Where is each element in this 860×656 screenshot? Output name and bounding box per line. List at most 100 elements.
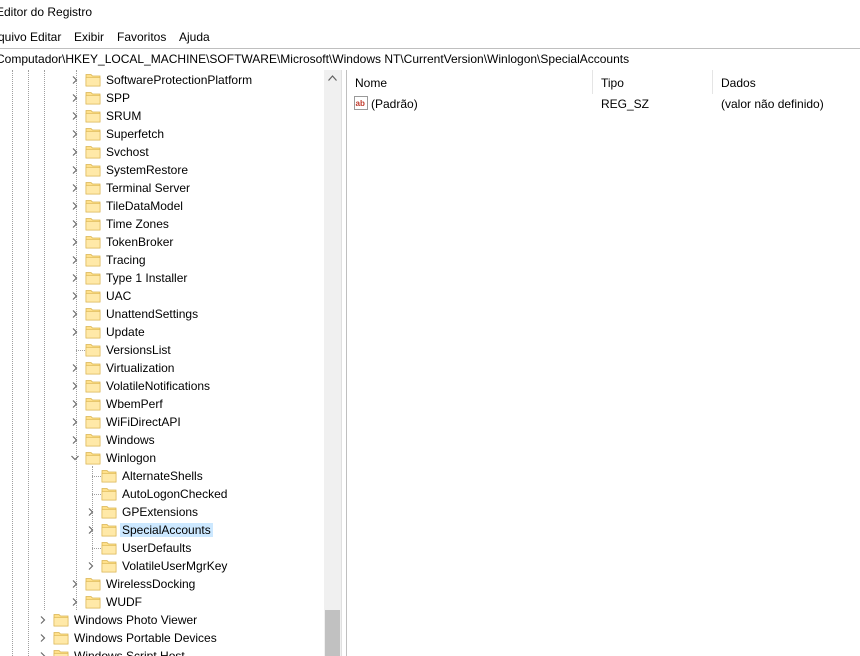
- tree-item[interactable]: Windows Script Host: [0, 647, 324, 656]
- tree-item[interactable]: Virtualization: [0, 359, 324, 377]
- tree-item-label: SystemRestore: [106, 163, 189, 177]
- folder-icon: [85, 416, 101, 429]
- chevron-right-icon[interactable]: [70, 291, 80, 301]
- tree-item[interactable]: UserDefaults: [0, 539, 324, 557]
- tree-item-label: WbemPerf: [106, 397, 163, 411]
- tree-item[interactable]: Svchost: [0, 143, 324, 161]
- tree-item[interactable]: UnattendSettings: [0, 305, 324, 323]
- tree-item[interactable]: VolatileNotifications: [0, 377, 324, 395]
- column-name-header[interactable]: Nome: [347, 70, 593, 94]
- column-type-header[interactable]: Tipo: [593, 70, 713, 94]
- chevron-right-icon[interactable]: [70, 75, 80, 85]
- chevron-right-icon[interactable]: [70, 579, 80, 589]
- chevron-right-icon[interactable]: [70, 237, 80, 247]
- tree-item[interactable]: Windows: [0, 431, 324, 449]
- folder-icon: [85, 92, 101, 105]
- tree-item[interactable]: SoftwareProtectionPlatform: [0, 71, 324, 89]
- folder-icon: [85, 200, 101, 213]
- tree-item[interactable]: AutoLogonChecked: [0, 485, 324, 503]
- chevron-right-icon[interactable]: [70, 147, 80, 157]
- chevron-right-icon[interactable]: [38, 633, 48, 643]
- tree-item[interactable]: VersionsList: [0, 341, 324, 359]
- folder-icon: [85, 326, 101, 339]
- chevron-right-icon[interactable]: [38, 651, 48, 656]
- list-header: Nome Tipo Dados: [347, 70, 860, 94]
- chevron-right-icon[interactable]: [70, 93, 80, 103]
- tree-item-label: VolatileUserMgrKey: [122, 559, 228, 573]
- tree-item-label: Update: [106, 325, 145, 339]
- chevron-right-icon[interactable]: [70, 183, 80, 193]
- folder-icon: [85, 236, 101, 249]
- tree-item[interactable]: TokenBroker: [0, 233, 324, 251]
- folder-icon: [101, 488, 117, 501]
- chevron-right-icon[interactable]: [70, 273, 80, 283]
- tree-item-label: Type 1 Installer: [106, 271, 188, 285]
- scroll-thumb[interactable]: [325, 610, 340, 656]
- tree-item[interactable]: Windows Photo Viewer: [0, 611, 324, 629]
- menu-edit[interactable]: Editar: [30, 30, 61, 44]
- chevron-down-icon[interactable]: [70, 453, 80, 463]
- key-tree[interactable]: SoftwareProtectionPlatform SPP SRUM Superfe…: [0, 70, 324, 656]
- title-bar: Editor do Registro: [0, 0, 860, 25]
- chevron-right-icon[interactable]: [70, 309, 80, 319]
- menu-favorites[interactable]: Favoritos: [117, 30, 166, 44]
- tree-item[interactable]: GPExtensions: [0, 503, 324, 521]
- tree-item[interactable]: UAC: [0, 287, 324, 305]
- column-data-header[interactable]: Dados: [713, 70, 860, 94]
- folder-icon: [85, 308, 101, 321]
- tree-item[interactable]: TileDataModel: [0, 197, 324, 215]
- chevron-right-icon[interactable]: [86, 507, 96, 517]
- chevron-right-icon[interactable]: [70, 219, 80, 229]
- tree-item-label: VolatileNotifications: [106, 379, 211, 393]
- chevron-right-icon[interactable]: [70, 111, 80, 121]
- address-bar[interactable]: Computador\HKEY_LOCAL_MACHINE\SOFTWARE\M…: [0, 48, 860, 71]
- values-list[interactable]: Nome Tipo Dados ab (Padrão) REG_SZ (valo…: [347, 70, 860, 656]
- tree-item[interactable]: SRUM: [0, 107, 324, 125]
- tree-item[interactable]: WUDF: [0, 593, 324, 611]
- tree-item-label: WiFiDirectAPI: [106, 415, 181, 429]
- tree-item[interactable]: Winlogon: [0, 449, 324, 467]
- value-row[interactable]: ab (Padrão) REG_SZ (valor não definido): [347, 95, 860, 113]
- chevron-right-icon[interactable]: [70, 165, 80, 175]
- chevron-right-icon[interactable]: [70, 129, 80, 139]
- tree-item[interactable]: Update: [0, 323, 324, 341]
- tree-item[interactable]: Terminal Server: [0, 179, 324, 197]
- tree-item-label: WirelessDocking: [106, 577, 196, 591]
- tree-item[interactable]: VolatileUserMgrKey: [0, 557, 324, 575]
- scroll-up-arrow-icon[interactable]: [328, 75, 337, 81]
- tree-item[interactable]: Type 1 Installer: [0, 269, 324, 287]
- chevron-right-icon[interactable]: [70, 417, 80, 427]
- menu-help[interactable]: Ajuda: [179, 30, 210, 44]
- tree-item[interactable]: WirelessDocking: [0, 575, 324, 593]
- chevron-right-icon[interactable]: [70, 255, 80, 265]
- tree-item[interactable]: Windows Portable Devices: [0, 629, 324, 647]
- tree-item[interactable]: Superfetch: [0, 125, 324, 143]
- folder-icon: [85, 344, 101, 357]
- tree-item-label: SpecialAccounts: [120, 523, 213, 537]
- tree-item[interactable]: Time Zones: [0, 215, 324, 233]
- chevron-right-icon[interactable]: [70, 381, 80, 391]
- folder-icon: [53, 614, 69, 627]
- chevron-right-icon[interactable]: [38, 615, 48, 625]
- tree-scrollbar[interactable]: [324, 70, 341, 656]
- chevron-right-icon[interactable]: [86, 561, 96, 571]
- tree-item[interactable]: SpecialAccounts: [0, 521, 324, 539]
- chevron-right-icon[interactable]: [70, 201, 80, 211]
- address-path[interactable]: Computador\HKEY_LOCAL_MACHINE\SOFTWARE\M…: [0, 52, 629, 66]
- tree-item[interactable]: WiFiDirectAPI: [0, 413, 324, 431]
- folder-icon: [85, 128, 101, 141]
- menu-view[interactable]: Exibir: [74, 30, 104, 44]
- tree-item[interactable]: Tracing: [0, 251, 324, 269]
- tree-item[interactable]: AlternateShells: [0, 467, 324, 485]
- chevron-right-icon[interactable]: [70, 597, 80, 607]
- chevron-right-icon[interactable]: [70, 363, 80, 373]
- chevron-right-icon[interactable]: [70, 399, 80, 409]
- menu-file[interactable]: Arquivo: [0, 30, 27, 44]
- tree-item[interactable]: SystemRestore: [0, 161, 324, 179]
- tree-item[interactable]: WbemPerf: [0, 395, 324, 413]
- tree-item-label: Windows Portable Devices: [74, 631, 217, 645]
- chevron-right-icon[interactable]: [70, 327, 80, 337]
- chevron-right-icon[interactable]: [70, 435, 80, 445]
- chevron-right-icon[interactable]: [86, 525, 96, 535]
- tree-item[interactable]: SPP: [0, 89, 324, 107]
